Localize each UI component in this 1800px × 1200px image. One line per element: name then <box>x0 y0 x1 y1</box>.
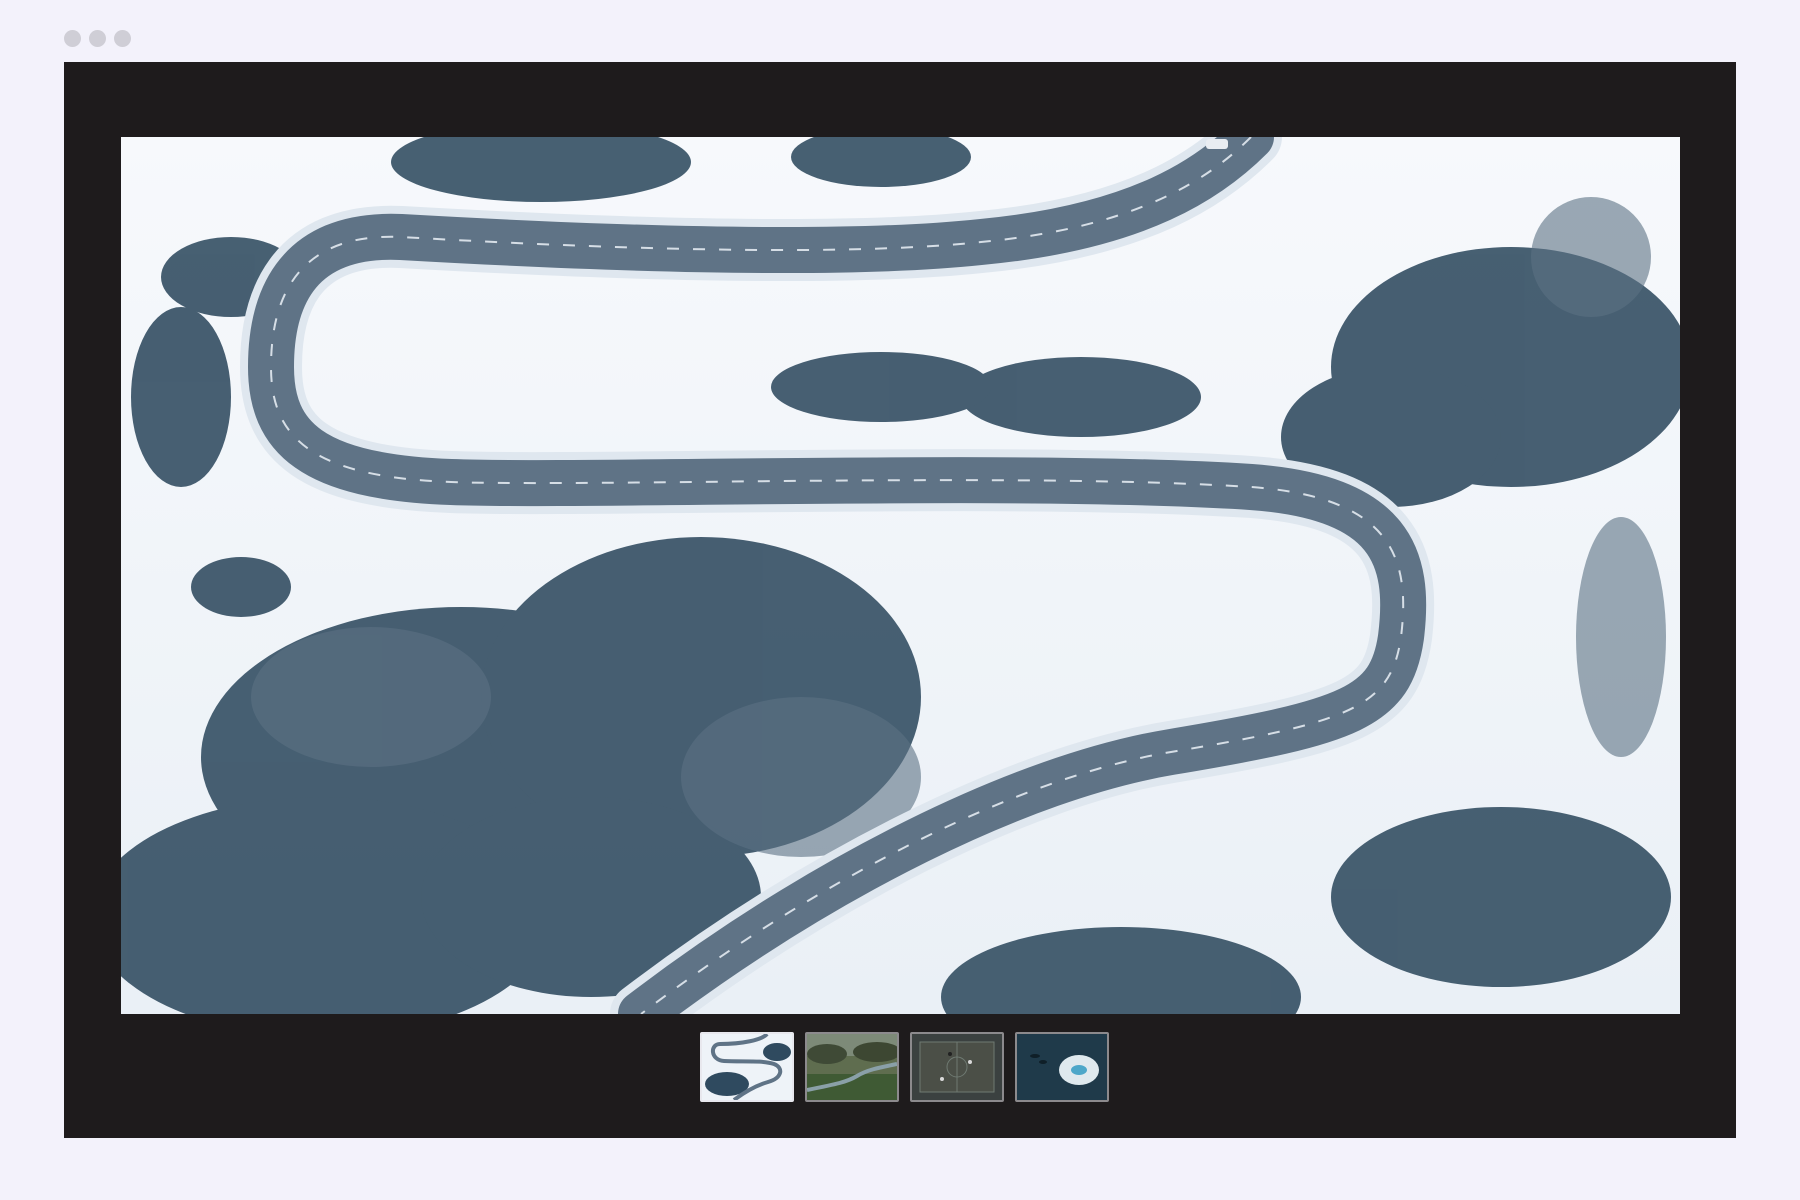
main-image[interactable] <box>121 137 1680 1014</box>
thumbnail-snowy-road[interactable] <box>700 1032 794 1102</box>
snowy-road-photo <box>121 137 1680 1014</box>
window-controls <box>64 30 131 47</box>
thumbnail-iceberg-water-image <box>1017 1034 1107 1100</box>
image-viewer-frame <box>64 62 1736 1138</box>
thumbnail-strip <box>700 1032 1109 1102</box>
window-dot[interactable] <box>114 30 131 47</box>
thumbnail-snowy-road-image <box>702 1034 792 1100</box>
thumbnail-court[interactable] <box>910 1032 1004 1102</box>
thumbnail-river-valley-image <box>807 1034 897 1100</box>
thumbnail-river-valley[interactable] <box>805 1032 899 1102</box>
thumbnail-iceberg-water[interactable] <box>1015 1032 1109 1102</box>
window-dot[interactable] <box>89 30 106 47</box>
thumbnail-court-image <box>912 1034 1002 1100</box>
window-dot[interactable] <box>64 30 81 47</box>
